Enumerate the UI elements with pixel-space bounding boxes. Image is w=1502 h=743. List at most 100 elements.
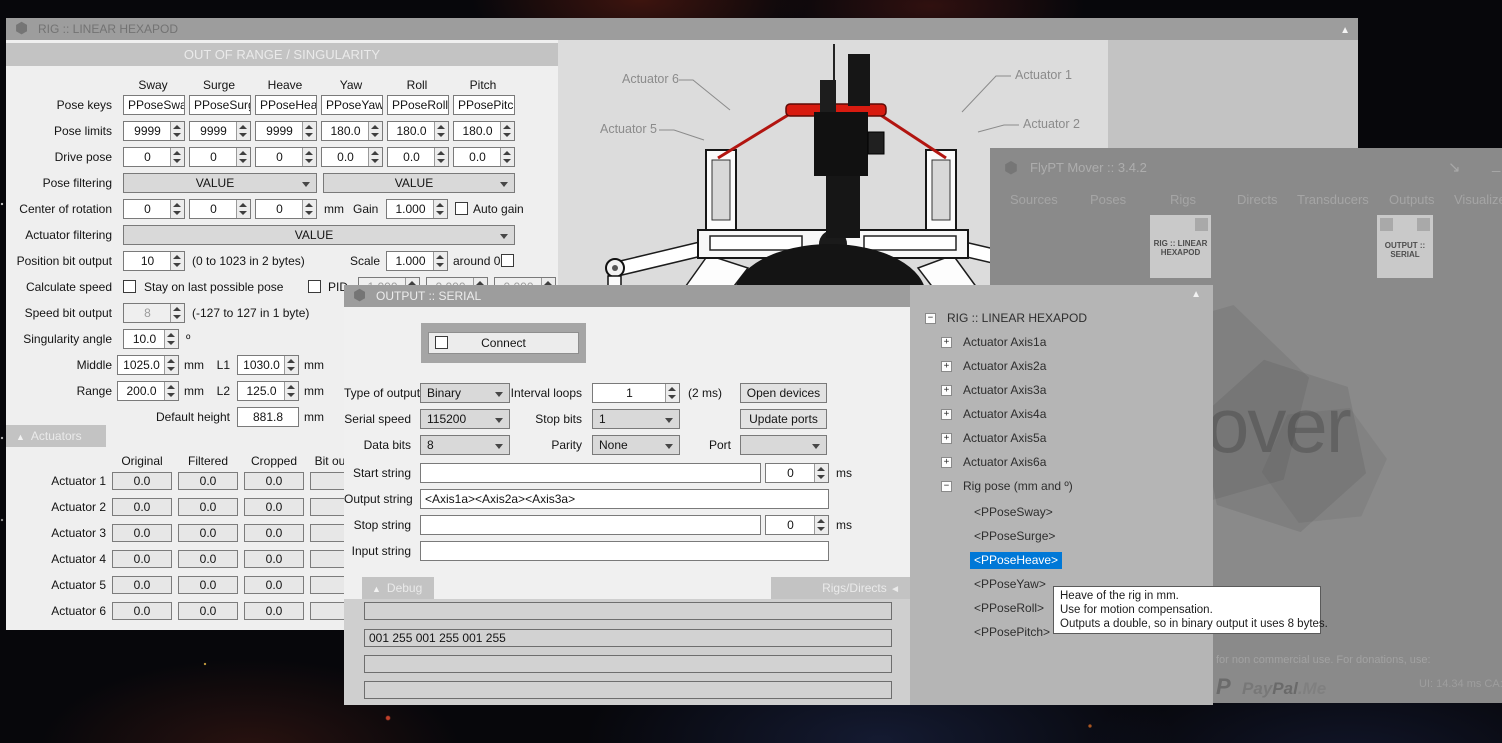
input-string-input[interactable] [420,541,829,561]
pose-key-yaw-input[interactable]: PPoseYaw [321,95,383,115]
gain-spinner[interactable]: 1.000 [386,199,448,219]
center-rotation-y-spinner[interactable]: 0 [189,199,251,219]
spinner-arrows[interactable] [814,464,828,482]
calculate-speed-checkbox[interactable] [123,280,136,293]
pose-key-heave-input[interactable]: PPoseHeave [255,95,317,115]
pose-limit-roll-spinner[interactable]: 180.0 [387,121,449,141]
tab-outputs[interactable]: Outputs [1389,192,1435,207]
middle-spinner[interactable]: 1025.0 [117,355,179,375]
spinner-arrows[interactable] [433,252,447,270]
card-corner-square[interactable] [1380,218,1393,231]
collapse-window-icon[interactable]: ▲ [1340,20,1350,42]
scale-spinner[interactable]: 1.000 [386,251,448,271]
tree-item-axis1a[interactable]: Actuator Axis1a [963,334,1046,351]
spinner-arrows[interactable] [236,148,250,166]
spinner-arrows[interactable] [302,122,316,140]
debug-section-tab[interactable]: ▲Debug [362,577,434,599]
pose-limit-sway-spinner[interactable]: 9999 [123,121,185,141]
actuator-filtering-dropdown[interactable]: VALUE [123,225,515,245]
tree-item-pposepitch[interactable]: <PPosePitch> [974,624,1050,641]
spinner-arrows[interactable] [302,148,316,166]
drive-pose-heave-spinner[interactable]: 0 [255,147,317,167]
spinner-arrows[interactable] [170,200,184,218]
tree-item-axis5a[interactable]: Actuator Axis5a [963,430,1046,447]
start-delay-spinner[interactable]: 0 [765,463,829,483]
update-ports-button[interactable]: Update ports [740,409,827,429]
spinner-arrows[interactable] [368,122,382,140]
spinner-arrows[interactable] [434,122,448,140]
start-string-input[interactable] [420,463,761,483]
tab-transducers[interactable]: Transducers [1297,192,1369,207]
tree-root-rig[interactable]: RIG :: LINEAR HEXAPOD [947,310,1087,327]
pose-limit-yaw-spinner[interactable]: 180.0 [321,121,383,141]
tree-item-axis3a[interactable]: Actuator Axis3a [963,382,1046,399]
spinner-arrows[interactable] [284,356,298,374]
collapse-panel-icon[interactable]: ▲ [1191,289,1201,300]
interval-loops-spinner[interactable]: 1 [592,383,680,403]
tree-expand-box[interactable]: + [941,409,952,420]
tree-item-pposesway[interactable]: <PPoseSway> [974,504,1053,521]
spinner-arrows[interactable] [236,200,250,218]
stop-string-input[interactable] [420,515,761,535]
range-spinner[interactable]: 200.0 [117,381,179,401]
pose-limit-pitch-spinner[interactable]: 180.0 [453,121,515,141]
spinner-arrows[interactable] [170,122,184,140]
drive-pose-yaw-spinner[interactable]: 0.0 [321,147,383,167]
pose-filtering-translation-dropdown[interactable]: VALUE [123,173,317,193]
tab-rigs[interactable]: Rigs [1170,192,1196,207]
spinner-arrows[interactable] [170,252,184,270]
tab-sources[interactable]: Sources [1010,192,1058,207]
spinner-arrows[interactable] [814,516,828,534]
tree-item-pposeheave-selected[interactable]: <PPoseHeave> [970,552,1062,569]
pid-checkbox[interactable] [308,280,321,293]
l1-spinner[interactable]: 1030.0 [237,355,299,375]
output-string-input[interactable]: <Axis1a><Axis2a><Axis3a> [420,489,829,509]
center-rotation-x-spinner[interactable]: 0 [123,199,185,219]
card-corner-square[interactable] [1417,218,1430,231]
tree-item-axis6a[interactable]: Actuator Axis6a [963,454,1046,471]
tree-expand-box[interactable]: + [941,337,952,348]
pose-limit-surge-spinner[interactable]: 9999 [189,121,251,141]
drive-pose-pitch-spinner[interactable]: 0.0 [453,147,515,167]
type-of-output-dropdown[interactable]: Binary [420,383,510,403]
drive-pose-sway-spinner[interactable]: 0 [123,147,185,167]
rigs-directs-button[interactable]: Rigs/Directs ◄ [771,577,910,599]
data-bits-dropdown[interactable]: 8 [420,435,510,455]
spinner-arrows[interactable] [236,122,250,140]
pose-filtering-rotation-dropdown[interactable]: VALUE [323,173,515,193]
tab-directs[interactable]: Directs [1237,192,1277,207]
mover-titlebar[interactable]: ⬢ FlyPT Mover :: 3.4.2 ↘ _ [990,148,1502,186]
resize-icon[interactable]: ↘ [1448,158,1461,176]
spinner-arrows[interactable] [170,148,184,166]
tree-expand-box[interactable]: + [941,433,952,444]
tree-collapse-box[interactable]: − [941,481,952,492]
tree-expand-box[interactable]: + [941,361,952,372]
tree-item-pposeyaw[interactable]: <PPoseYaw> [974,576,1046,593]
open-devices-button[interactable]: Open devices [740,383,827,403]
l2-spinner[interactable]: 125.0 [237,381,299,401]
around-zero-checkbox[interactable] [501,254,514,267]
tree-collapse-box[interactable]: − [925,313,936,324]
spinner-arrows[interactable] [302,200,316,218]
port-dropdown[interactable] [740,435,827,455]
spinner-arrows[interactable] [500,148,514,166]
minimize-icon[interactable]: _ [1492,156,1500,173]
connect-inner[interactable]: Connect [428,332,579,354]
stop-bits-dropdown[interactable]: 1 [592,409,680,429]
tree-item-pposesurge[interactable]: <PPoseSurge> [974,528,1055,545]
tree-item-axis4a[interactable]: Actuator Axis4a [963,406,1046,423]
spinner-arrows[interactable] [433,200,447,218]
tab-visualizers[interactable]: Visualizers [1454,192,1502,207]
stop-delay-spinner[interactable]: 0 [765,515,829,535]
tree-expand-box[interactable]: + [941,457,952,468]
card-corner-square[interactable] [1195,218,1208,231]
spinner-arrows[interactable] [500,122,514,140]
actuators-section-tab[interactable]: ▲Actuators [6,425,106,447]
tab-poses[interactable]: Poses [1090,192,1126,207]
tree-expand-box[interactable]: + [941,385,952,396]
pose-limit-heave-spinner[interactable]: 9999 [255,121,317,141]
spinner-arrows[interactable] [284,382,298,400]
pose-key-roll-input[interactable]: PPoseRoll [387,95,449,115]
output-module-card[interactable]: OUTPUT :: SERIAL [1377,215,1433,278]
position-bit-output-spinner[interactable]: 10 [123,251,185,271]
